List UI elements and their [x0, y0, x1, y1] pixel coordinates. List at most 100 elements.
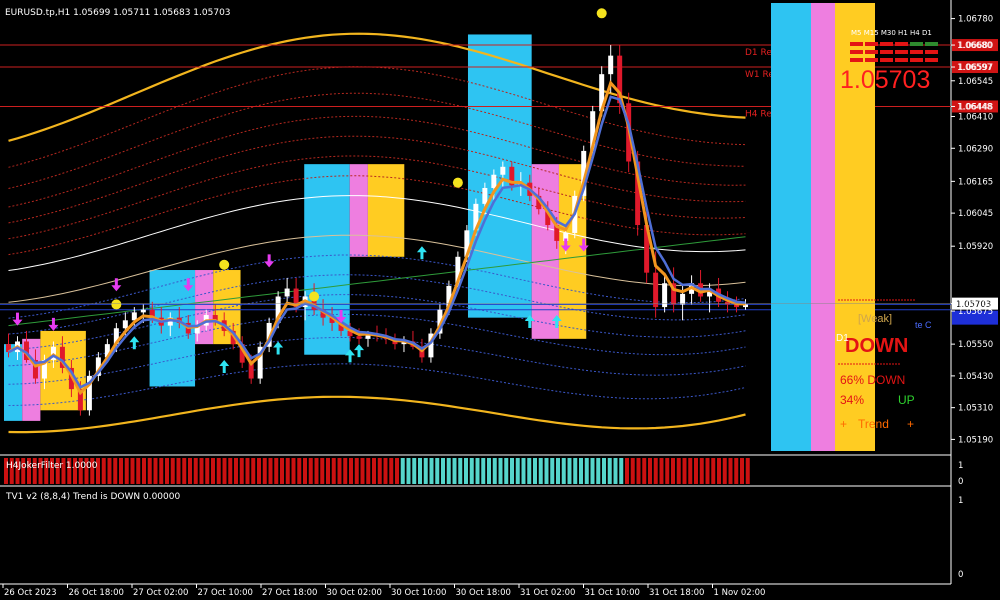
signal-box	[213, 270, 241, 345]
price-tick-label: 1.06545	[958, 77, 993, 87]
joker-bar	[441, 458, 445, 484]
timeframe-strength-bar	[925, 42, 938, 46]
joker-bar	[193, 458, 198, 484]
time-tick-label: 26 Oct 18:00	[69, 588, 124, 598]
joker-bar	[297, 458, 302, 484]
trading-chart[interactable]: D1 Res1.06680H1 ResW1 Res1.06597H4 Res1.…	[0, 0, 1000, 600]
time-tick-label: 1 Nov 02:00	[714, 588, 766, 598]
timeframe-strength-bar	[850, 42, 863, 46]
price-tick-label: 1.06290	[958, 144, 993, 154]
timeframe-strength-bar	[865, 58, 878, 62]
joker-bar	[458, 458, 463, 484]
signal-box	[349, 164, 368, 257]
joker-bar	[705, 458, 710, 484]
joker-bar	[515, 458, 520, 484]
timeframe-strength-bar	[925, 50, 938, 54]
joker-bar	[354, 458, 359, 484]
joker-bar	[452, 458, 457, 484]
candle-body	[284, 288, 290, 297]
joker-bar	[216, 458, 221, 484]
candle-body	[500, 166, 506, 175]
joker-bar	[400, 458, 405, 484]
signal-dot-icon	[596, 8, 607, 19]
price-tick-label: 1.06410	[958, 113, 993, 123]
timeframe-labels: M5 M15 M30 H1 H4 D1	[851, 29, 932, 37]
joker-bar	[544, 458, 549, 484]
joker-bar	[228, 458, 233, 484]
joker-bar	[291, 458, 296, 484]
up-percentage: 34%	[840, 393, 864, 407]
joker-bar	[510, 458, 514, 484]
timeframe-strength-bar	[865, 50, 878, 54]
joker-bar	[326, 458, 330, 484]
down-percentage: 66% DOWN	[840, 373, 905, 387]
direction-label: DOWN	[845, 335, 908, 357]
joker-bar	[567, 458, 572, 484]
joker-bar	[170, 458, 175, 484]
joker-bar	[119, 458, 123, 484]
joker-bar	[584, 458, 589, 484]
trend-plus-left: +	[840, 417, 847, 431]
joker-bar	[642, 458, 647, 484]
joker-bar	[481, 458, 486, 484]
joker-bar	[418, 458, 422, 484]
joker-bar	[285, 458, 290, 484]
sub-tick-label: 0	[958, 570, 963, 580]
right-bar-pink	[811, 3, 835, 451]
joker-bar	[303, 458, 307, 484]
timeframe-strength-bar	[925, 58, 938, 62]
joker-bar	[153, 458, 158, 484]
joker-bar	[262, 458, 267, 484]
joker-bar	[136, 458, 141, 484]
joker-bar	[245, 458, 250, 484]
joker-bar	[607, 458, 612, 484]
timeframe-strength-bar	[880, 50, 893, 54]
joker-bar	[694, 458, 698, 484]
time-tick-label: 27 Oct 10:00	[198, 588, 253, 598]
joker-bar	[602, 458, 606, 484]
joker-bar	[366, 458, 371, 484]
joker-bar	[372, 458, 376, 484]
joker-bar	[274, 458, 279, 484]
joker-bar	[573, 458, 578, 484]
time-tick-label: 31 Oct 02:00	[520, 588, 575, 598]
joker-bar	[412, 458, 417, 484]
joker-bar	[222, 458, 227, 484]
time-tick-label: 31 Oct 10:00	[585, 588, 640, 598]
joker-bar	[556, 458, 560, 484]
joker-bar	[533, 458, 537, 484]
joker-bar	[314, 458, 319, 484]
candle-body	[680, 293, 686, 305]
joker-bar	[101, 458, 106, 484]
joker-bar	[469, 458, 474, 484]
tv1-label: TV1 v2 (8,8,4) Trend is DOWN 0.00000	[5, 492, 180, 502]
joker-bar	[625, 458, 629, 484]
up-word: UP	[898, 393, 915, 407]
candle-body	[356, 336, 362, 339]
price-tick-label: 1.06780	[958, 15, 993, 25]
symbol-header: EURUSD.tp,H1 1.05699 1.05711 1.05683 1.0…	[5, 8, 231, 18]
d1-label: D1	[836, 333, 849, 344]
joker-bar	[159, 458, 164, 484]
joker-bar	[671, 458, 675, 484]
timeframe-strength-bar	[880, 58, 893, 62]
time-tick-label: 30 Oct 10:00	[391, 588, 446, 598]
timeframe-strength-bar	[910, 58, 923, 62]
trend-plus-right: +	[907, 417, 914, 431]
joker-bar	[653, 458, 658, 484]
joker-bar	[124, 458, 129, 484]
joker-bar	[504, 458, 509, 484]
time-tick-label: 30 Oct 18:00	[456, 588, 511, 598]
joker-bar	[527, 458, 532, 484]
joker-bar	[337, 458, 342, 484]
time-tick-label: 27 Oct 02:00	[133, 588, 188, 598]
big-price: 1.05703	[840, 66, 930, 94]
joker-bar	[257, 458, 261, 484]
timeframe-strength-bar	[850, 50, 863, 54]
joker-bar	[630, 458, 635, 484]
joker-bar	[331, 458, 336, 484]
price-tick-label: 1.05430	[958, 372, 993, 382]
timeframe-strength-bar	[910, 50, 923, 54]
time-tick-label: 26 Oct 2023	[4, 588, 57, 598]
joker-bar	[176, 458, 181, 484]
